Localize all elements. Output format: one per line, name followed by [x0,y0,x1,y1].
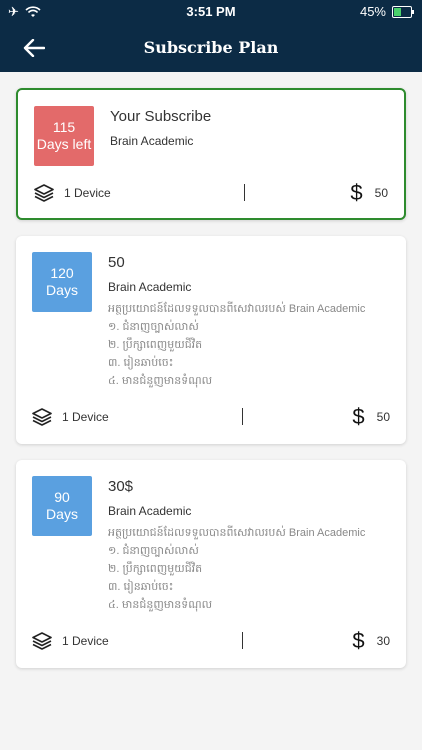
status-time: 3:51 PM [186,4,236,19]
feature-item: ៣. រៀនឆាប់ចេះ [108,581,174,593]
feature-item: ៤. មានជំនួញមានទំណុល [108,599,213,611]
dollar-icon: $ [352,628,365,653]
plan-title: 50 [108,254,125,271]
divider [242,632,243,649]
plan-days-label: Days [46,506,78,522]
divider [244,184,245,201]
app-header: ✈ 3:51 PM 45% Subscribe Plan [0,0,422,72]
device-info: 1 Device [32,632,109,650]
card-footer: 1 Device $ 50 [34,180,388,206]
layers-icon [34,184,54,202]
price-value: 30 [376,634,390,648]
plan-subtitle: Brain Academic [108,504,192,518]
price-value: 50 [376,410,390,424]
plan-days-badge: 90 Days [32,476,92,536]
plan-card[interactable]: 120 Days 50 Brain Academic អត្ថប្រយោជន៍ដ… [16,236,406,444]
feature-item: អត្ថប្រយោជន៍ដែលទទួលបានពីសេវាលរបស់ Brain … [108,303,366,315]
feature-item: ២. ប្រឹក្សាពេញមួយជីវិត [108,563,203,575]
dollar-icon: $ [352,404,365,429]
layers-icon [32,408,52,426]
feature-item: ១. ជំនាញច្បាស់លាស់ [108,321,199,333]
device-count: 1 Device [62,410,109,424]
card-footer: 1 Device $ 50 [32,404,390,430]
device-info: 1 Device [34,184,111,202]
feature-item: ២. ប្រឹក្សាពេញមួយជីវិត [108,339,203,351]
nav-bar: Subscribe Plan [0,34,422,62]
feature-item: ៤. មានជំនួញមានទំណុល [108,375,213,387]
device-count: 1 Device [62,634,109,648]
plan-title: 30$ [108,478,134,495]
divider [242,408,243,425]
price-info: $ 50 [352,404,390,430]
battery-icon [392,5,414,18]
feature-item: ៣. រៀនឆាប់ចេះ [108,357,174,369]
feature-item: អត្ថប្រយោជន៍ដែលទទួលបានពីសេវាលរបស់ Brain … [108,527,366,539]
device-info: 1 Device [32,408,109,426]
plan-features: អត្ថប្រយោជន៍ដែលទទួលបានពីសេវាលរបស់ Brain … [108,300,365,390]
card-footer: 1 Device $ 30 [32,628,390,654]
layers-icon [32,632,52,650]
plan-subtitle: Brain Academic [108,280,192,294]
price-info: $ 30 [352,628,390,654]
price-value: 50 [374,186,388,200]
battery-level [394,7,402,16]
current-subscription-card: 115 Days left Your Subscribe Brain Acade… [16,88,406,220]
plan-card[interactable]: 90 Days 30$ Brain Academic អត្ថប្រយោជន៍ដ… [16,460,406,668]
plan-days-count: 120 [50,265,74,281]
device-count: 1 Device [64,186,111,200]
plan-days-label: Days [46,282,78,298]
price-info: $ 50 [350,180,388,206]
card-subtitle: Brain Academic [110,134,194,148]
feature-item: ១. ជំនាញច្បាស់លាស់ [108,545,199,557]
card-title: Your Subscribe [110,108,212,125]
plan-days-badge: 120 Days [32,252,92,312]
battery-percent: 45% [359,4,386,19]
days-left-count: 115 [52,119,76,135]
page-title: Subscribe Plan [143,38,279,57]
status-bar: ✈ 3:51 PM 45% [0,0,422,24]
plan-features: អត្ថប្រយោជន៍ដែលទទួលបានពីសេវាលរបស់ Brain … [108,524,365,614]
days-left-badge: 115 Days left [34,106,94,166]
dollar-icon: $ [350,180,363,205]
plan-days-count: 90 [54,489,70,505]
days-left-label: Days left [36,136,92,152]
status-icons-right: 45% [359,4,414,19]
